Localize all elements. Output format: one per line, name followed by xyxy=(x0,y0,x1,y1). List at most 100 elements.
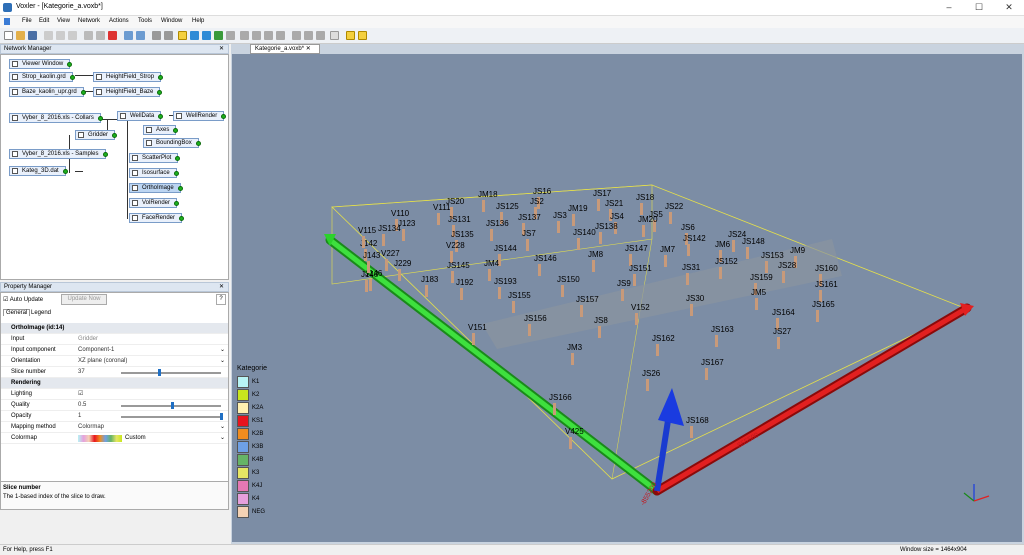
view-icon[interactable] xyxy=(214,31,223,40)
menu-help[interactable]: Help xyxy=(192,18,204,24)
update-now-button[interactable]: Update Now xyxy=(61,294,107,305)
close-button[interactable]: ✕ xyxy=(994,0,1024,15)
module-samples[interactable]: Vyber_8_2016.xls - Samples xyxy=(9,149,108,159)
well-column xyxy=(755,298,758,310)
auto-update-checkbox[interactable]: ☑ Auto Update xyxy=(3,296,43,303)
well-column xyxy=(597,199,600,211)
module-scatterplot[interactable]: ScatterPlot xyxy=(129,153,181,163)
module-boundingbox[interactable]: BoundingBox xyxy=(143,138,201,148)
view-iso-icon[interactable] xyxy=(276,31,285,40)
pan-icon[interactable] xyxy=(190,31,199,40)
cut-icon[interactable] xyxy=(44,31,53,40)
opacity-slider[interactable] xyxy=(121,416,221,418)
copy-icon[interactable] xyxy=(56,31,65,40)
well-column xyxy=(782,271,785,283)
well-column xyxy=(561,285,564,297)
save-icon[interactable] xyxy=(28,31,37,40)
well-label: JS8 xyxy=(594,316,608,325)
module-heightfield-baze[interactable]: HeightField_Baze xyxy=(93,87,163,97)
bbox-toggle-icon[interactable] xyxy=(316,31,325,40)
row-orientation[interactable]: Orientation XZ plane (coronal) ⌄ xyxy=(1,356,228,367)
panel-close-icon[interactable]: ✕ xyxy=(219,45,224,53)
menu-edit[interactable]: Edit xyxy=(39,18,49,24)
module-collars[interactable]: Vyber_8_2016.xls - Collars xyxy=(9,113,103,123)
opacity-slider-knob[interactable] xyxy=(220,413,223,420)
view-top-icon[interactable] xyxy=(252,31,261,40)
view-front-icon[interactable] xyxy=(240,31,249,40)
viewer-3d[interactable]: -855200 -855500 JS20 JM18 JS16 JS17 JS18 V110… xyxy=(232,54,1022,542)
axes-toggle-icon[interactable] xyxy=(304,31,313,40)
well-column xyxy=(369,279,372,291)
tab-legend[interactable]: Legend xyxy=(29,310,53,316)
well-label: JS17 xyxy=(593,189,612,198)
highlight-icon[interactable] xyxy=(346,31,355,40)
document-tab[interactable]: Kategorie_a.voxb* ✕ xyxy=(250,44,320,54)
new-icon[interactable] xyxy=(4,31,13,40)
well-label: JS150 xyxy=(557,275,580,284)
light-icon[interactable] xyxy=(292,31,301,40)
module-viewer-window[interactable]: Viewer Window xyxy=(9,59,73,69)
menu-window[interactable]: Window xyxy=(161,18,182,24)
row-input-component[interactable]: Input component Component-1 ⌄ xyxy=(1,345,228,356)
module-axes[interactable]: Axes xyxy=(143,125,179,135)
menu-view[interactable]: View xyxy=(57,18,70,24)
panel-close-icon[interactable]: ✕ xyxy=(219,283,224,291)
camera-icon[interactable] xyxy=(226,31,235,40)
row-input[interactable]: Input Gridder xyxy=(1,334,228,345)
module-heightfield-strop[interactable]: HeightField_Strop xyxy=(93,72,164,82)
row-colormap[interactable]: Colormap Custom ⌄ xyxy=(1,433,228,444)
print-icon[interactable] xyxy=(84,31,93,40)
well-label: JS27 xyxy=(773,327,792,336)
fit-icon[interactable] xyxy=(202,31,211,40)
well-label: V111 xyxy=(433,203,451,212)
legend-swatch xyxy=(237,453,249,466)
well-label: JS152 xyxy=(715,257,738,266)
row-mapping-method[interactable]: Mapping method Colormap ⌄ xyxy=(1,422,228,433)
delete-icon[interactable] xyxy=(108,31,117,40)
well-column xyxy=(580,305,583,317)
maximize-button[interactable]: ☐ xyxy=(964,0,994,15)
grid-icon[interactable] xyxy=(330,31,339,40)
measure-icon[interactable] xyxy=(358,31,367,40)
menu-tools[interactable]: Tools xyxy=(138,18,152,24)
help-button[interactable]: ? xyxy=(216,294,226,305)
module-strop-kaolin[interactable]: Strop_kaolin.grd xyxy=(9,72,75,82)
scene-svg[interactable]: -855200 -855500 JS20JM18 JS16 JS17 JS18V110… xyxy=(232,54,1022,542)
well-column xyxy=(367,261,370,273)
menu-file[interactable]: File xyxy=(22,18,32,24)
module-kateg-3d[interactable]: Kateg_3D.dat xyxy=(9,166,68,176)
module-welldata[interactable]: WellData xyxy=(117,111,164,121)
minimize-button[interactable]: – xyxy=(934,0,964,15)
slice-slider[interactable] xyxy=(121,372,221,374)
chevron-down-icon: ⌄ xyxy=(219,347,225,353)
legend-swatch xyxy=(237,414,249,427)
export-icon[interactable] xyxy=(96,31,105,40)
open-icon[interactable] xyxy=(16,31,25,40)
slice-slider-knob[interactable] xyxy=(158,369,161,376)
module-baze-kaolin[interactable]: Baze_kaolin_upr.grd xyxy=(9,87,86,97)
module-facerender[interactable]: FaceRender xyxy=(129,213,185,223)
row-opacity[interactable]: Opacity 1 xyxy=(1,411,228,422)
well-column xyxy=(538,264,541,276)
tab-general[interactable]: General xyxy=(3,309,31,316)
module-wellrender[interactable]: WellRender xyxy=(173,111,227,121)
well-label: JS162 xyxy=(652,334,675,343)
row-quality[interactable]: Quality 0.5 xyxy=(1,400,228,411)
row-slice-number[interactable]: Slice number 37 xyxy=(1,367,228,378)
module-volrender[interactable]: VolRender xyxy=(129,198,180,208)
zoom-icon[interactable] xyxy=(164,31,173,40)
view-side-icon[interactable] xyxy=(264,31,273,40)
quality-slider-knob[interactable] xyxy=(171,402,174,409)
menu-actions[interactable]: Actions xyxy=(109,18,129,24)
colormap-swatch[interactable] xyxy=(78,435,122,442)
module-gridder[interactable]: Gridder xyxy=(75,130,118,140)
undo-icon[interactable] xyxy=(124,31,133,40)
row-lighting[interactable]: Lighting ☑ xyxy=(1,389,228,400)
module-orthoimage[interactable]: OrthoImage xyxy=(129,183,183,193)
menu-network[interactable]: Network xyxy=(78,18,100,24)
redo-icon[interactable] xyxy=(136,31,145,40)
module-isosurface[interactable]: Isosurface xyxy=(129,168,179,178)
select-icon[interactable] xyxy=(152,31,161,40)
rotate-icon[interactable] xyxy=(178,31,187,40)
paste-icon[interactable] xyxy=(68,31,77,40)
